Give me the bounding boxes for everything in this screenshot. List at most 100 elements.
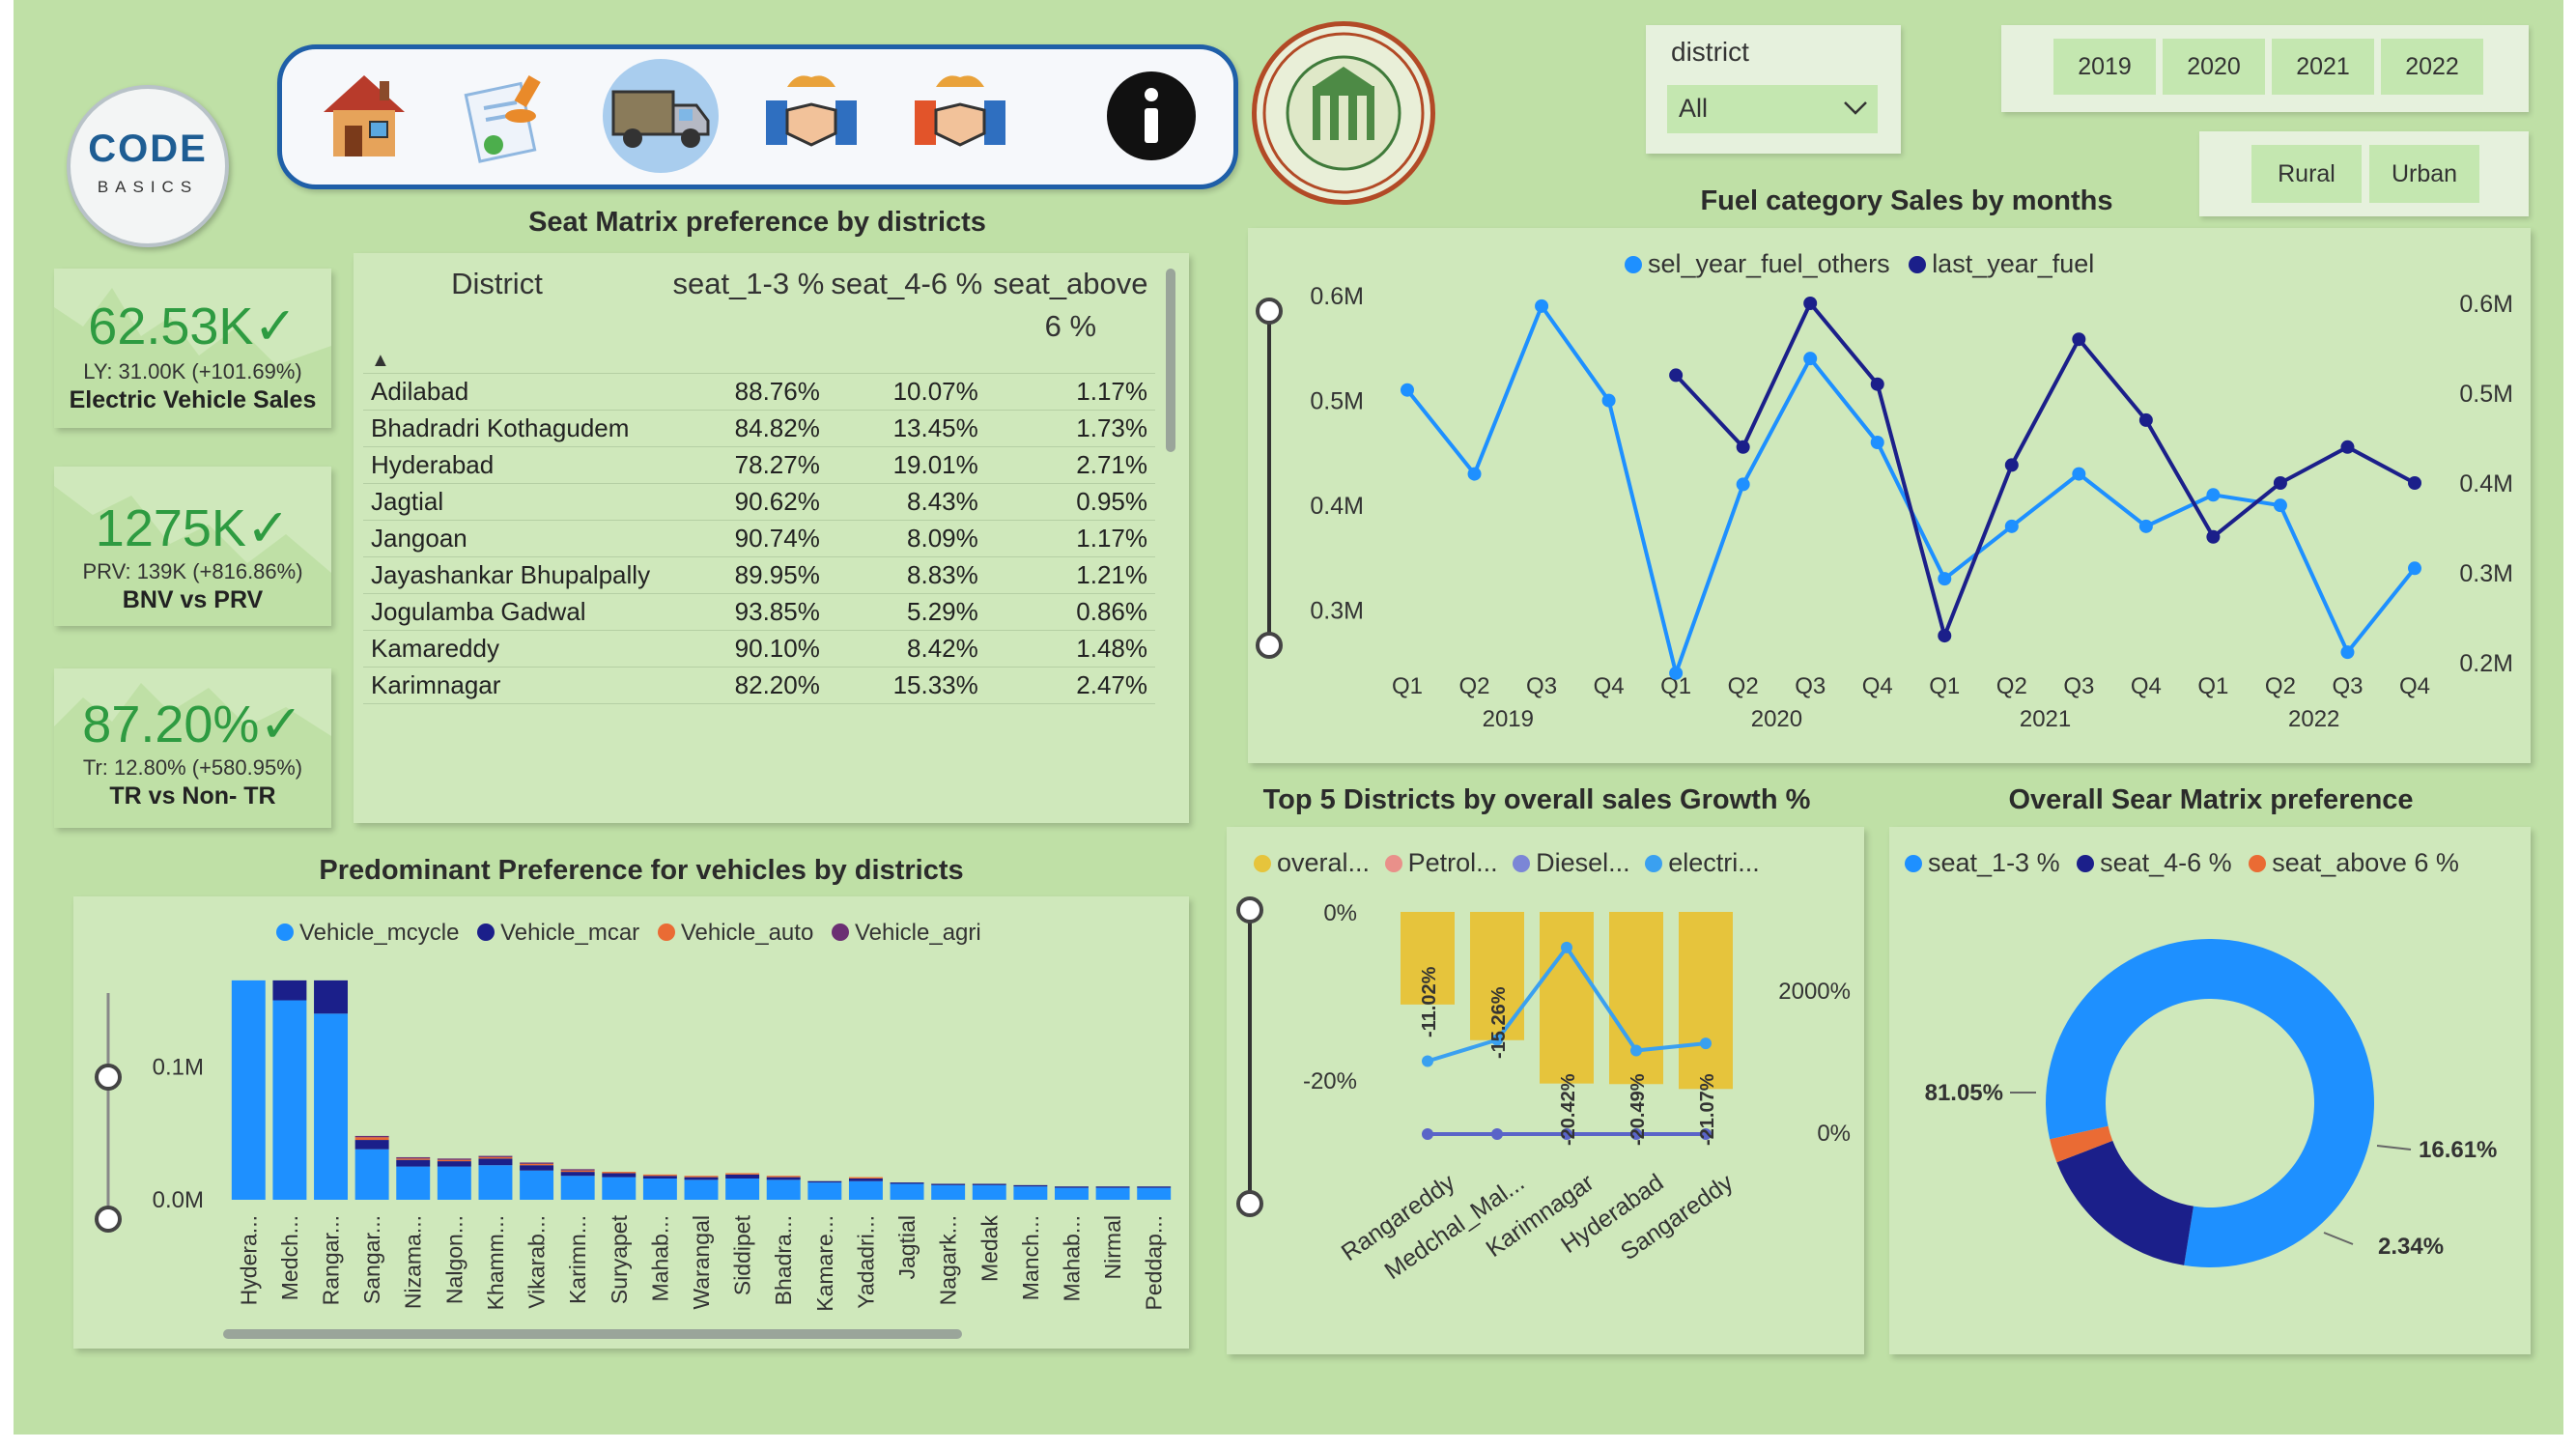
bar-segment [602,1173,637,1178]
column-header-seat-4-6[interactable]: seat_4-6 % [828,263,986,348]
seat-matrix-title: Seat Matrix preference by districts [528,207,986,238]
bar-segment [642,1176,677,1179]
bar-segment [972,1183,1006,1185]
data-label: 16.61% [2419,1137,2497,1163]
percent-cell: 0.95% [985,483,1155,521]
x-tick-label: Q4 [1594,673,1625,699]
table-row[interactable]: Karimnagar 82.20% 15.33% 2.47% [363,667,1155,704]
kpi-value: 1275K✓ [95,499,291,557]
y-tick-label-left: 0.4M [1310,493,1364,520]
rural-button[interactable]: Rural [2251,145,2362,203]
x-tick-label: Q2 [1996,673,2027,699]
house-icon[interactable] [306,59,422,173]
bar-segment [354,1135,389,1138]
x-tick-label: Jagtial [894,1215,920,1279]
data-point [2206,488,2221,502]
logo-line2: BASICS [97,178,199,196]
zoom-slider-handle [95,1206,122,1233]
table-row[interactable]: Kamareddy 90.10% 8.42% 1.48% [363,630,1155,668]
column-header-district[interactable]: District [363,263,669,348]
percent-cell: 2.71% [985,446,1155,484]
data-point [1938,629,1952,643]
area-slicer: Rural Urban [2199,131,2529,216]
x-tick-label: Siddipet [730,1214,755,1295]
column-header-seat-above-6[interactable]: seat_above 6 % [986,263,1155,348]
percent-cell: 90.74% [668,520,828,557]
table-row[interactable]: Hyderabad 78.27% 19.01% 2.71% [363,446,1155,484]
x-tick-label: Q3 [2063,673,2094,699]
y-tick-label-right: 0.5M [2459,381,2513,408]
bar-segment [642,1178,677,1200]
vehicle-chart-panel: Vehicle_mcycle Vehicle_mcar Vehicle_auto… [73,896,1189,1349]
handshake-icon[interactable] [753,59,869,173]
year-button-2020[interactable]: 2020 [2163,39,2265,95]
truck-icon[interactable] [603,59,719,173]
year-button-2021[interactable]: 2021 [2272,39,2374,95]
percent-cell: 8.43% [827,483,986,521]
document-stamp-icon[interactable] [451,59,567,173]
bar-segment [354,1137,389,1141]
data-point [1535,298,1549,313]
district-dropdown-value: All [1679,94,1709,123]
sort-ascending-icon[interactable]: ▲ [363,348,1155,374]
percent-cell: 1.21% [985,556,1155,594]
bar-segment [396,1159,431,1167]
x-tick-label: Manch... [1018,1215,1043,1300]
data-point [1491,1128,1503,1140]
year-button-2022[interactable]: 2022 [2381,39,2483,95]
bar-segment [1095,1187,1130,1200]
data-point [1700,1037,1712,1050]
bar-segment [807,1180,842,1183]
percent-cell: 90.62% [668,483,828,521]
x-tick-label: Q1 [2197,673,2228,699]
bar-segment [354,1149,389,1200]
bar-segment [437,1161,471,1167]
bar-segment [354,1140,389,1150]
kpi-card-ev-sales: 62.53K✓ LY: 31.00K (+101.69%) Electric V… [54,269,331,428]
data-point [2072,467,2086,481]
handshake-alt-icon[interactable] [902,59,1018,173]
leader-line [2323,1232,2354,1245]
table-row[interactable]: Jangoan 90.74% 8.09% 1.17% [363,520,1155,557]
bar-segment [478,1158,513,1166]
percent-cell: 15.33% [827,667,986,704]
data-point [2408,476,2421,490]
x-tick-label: Medch... [277,1215,302,1300]
data-point [2206,529,2221,544]
bar-segment [314,1013,348,1200]
logo-line1: CODE [88,128,208,170]
kpi-card-tr-vs-nontr: 87.20%✓ Tr: 12.80% (+580.95%) TR vs Non-… [54,668,331,828]
table-row[interactable]: Jagtial 90.62% 8.43% 0.95% [363,483,1155,521]
column-header-seat-1-3[interactable]: seat_1-3 % [669,263,828,348]
growth-chart-title: Top 5 Districts by overall sales Growth … [1262,784,1811,815]
bar-segment [396,1166,431,1200]
table-row[interactable]: Jayashankar Bhupalpally 89.95% 8.83% 1.21% [363,556,1155,594]
bar-segment [520,1165,554,1171]
year-button-2019[interactable]: 2019 [2053,39,2156,95]
dashboard-canvas: CODE BASICS district All 2019 2020 2021 … [14,0,2563,1435]
bar-segment [560,1176,595,1200]
kpi-subtext: Tr: 12.80% (+580.95%) [82,755,303,780]
table-row[interactable]: Adilabad 88.76% 10.07% 1.17% [363,373,1155,411]
urban-button[interactable]: Urban [2369,145,2479,203]
table-scrollbar[interactable] [1166,269,1175,452]
x-tick-label: Q4 [1862,673,1893,699]
percent-cell: 2.47% [985,667,1155,704]
percent-cell: 82.20% [668,667,828,704]
x-group-label: 2021 [2020,706,2071,732]
page-navigation-bar [277,44,1238,189]
data-label: 2.34% [2378,1234,2444,1260]
bar-segment [272,1000,307,1200]
table-row[interactable]: Bhadradri Kothagudem 84.82% 13.45% 1.73% [363,410,1155,447]
district-dropdown[interactable]: All [1667,85,1878,133]
table-row[interactable]: Jogulamba Gadwal 93.85% 5.29% 0.86% [363,593,1155,631]
info-icon[interactable] [1093,59,1209,173]
data-point [2004,519,2019,533]
bar-segment [1137,1186,1172,1188]
zoom-slider-handle [1236,896,1263,923]
data-point [2072,332,2086,347]
bar-segment [1055,1186,1089,1188]
x-tick-label: Q3 [1526,673,1557,699]
x-tick-label: Q1 [1929,673,1960,699]
data-point [1401,383,1414,397]
